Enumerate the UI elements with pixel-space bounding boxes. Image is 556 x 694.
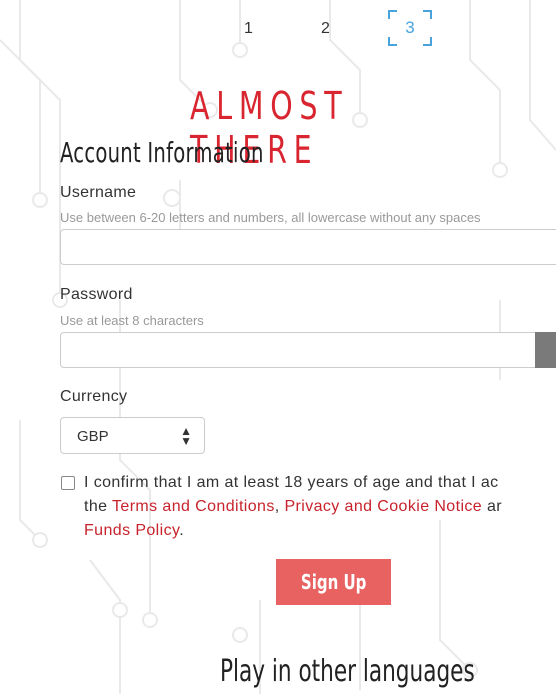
currency-selected-value: GBP [77,428,109,445]
age-confirm-text: I confirm that I am at least 18 years of… [84,471,556,543]
section-title: Account Information [60,136,264,169]
bracket-corner [423,10,432,19]
confirm-text-prefix: I confirm that I am at least 18 years of… [84,474,499,491]
terms-link[interactable]: Terms and Conditions [112,498,275,515]
username-label: Username [60,184,137,201]
privacy-link[interactable]: Privacy and Cookie Notice [284,498,482,515]
currency-label: Currency [60,388,128,405]
password-input[interactable] [60,332,556,368]
bracket-corner [388,37,397,46]
sign-up-label: Sign Up [300,570,367,594]
confirm-period: . [179,522,185,539]
confirm-comma: , [274,498,285,515]
step-indicator: 1 2 3 [0,10,556,48]
step-3-label: 3 [405,18,415,37]
password-label: Password [60,286,133,303]
confirm-text-the: the [84,498,112,515]
other-languages-heading: Play in other languages [220,654,475,689]
sign-up-button[interactable]: Sign Up [276,559,391,605]
password-hint: Use at least 8 characters [60,313,204,328]
bracket-corner [388,10,397,19]
bracket-corner [423,37,432,46]
age-confirm-checkbox[interactable] [61,476,75,490]
username-hint: Use between 6-20 letters and numbers, al… [60,210,481,225]
confirm-text-and: ar [482,498,502,515]
step-2: 2 [321,20,330,37]
funds-policy-link[interactable]: Funds Policy [84,522,179,539]
step-3-active: 3 [388,10,432,46]
password-toggle-button[interactable] [535,332,556,368]
username-input[interactable] [60,229,556,265]
step-1: 1 [244,20,253,37]
currency-select[interactable]: GBP ▲ ▼ [60,417,205,454]
select-arrows-icon: ▲ ▼ [180,424,192,448]
